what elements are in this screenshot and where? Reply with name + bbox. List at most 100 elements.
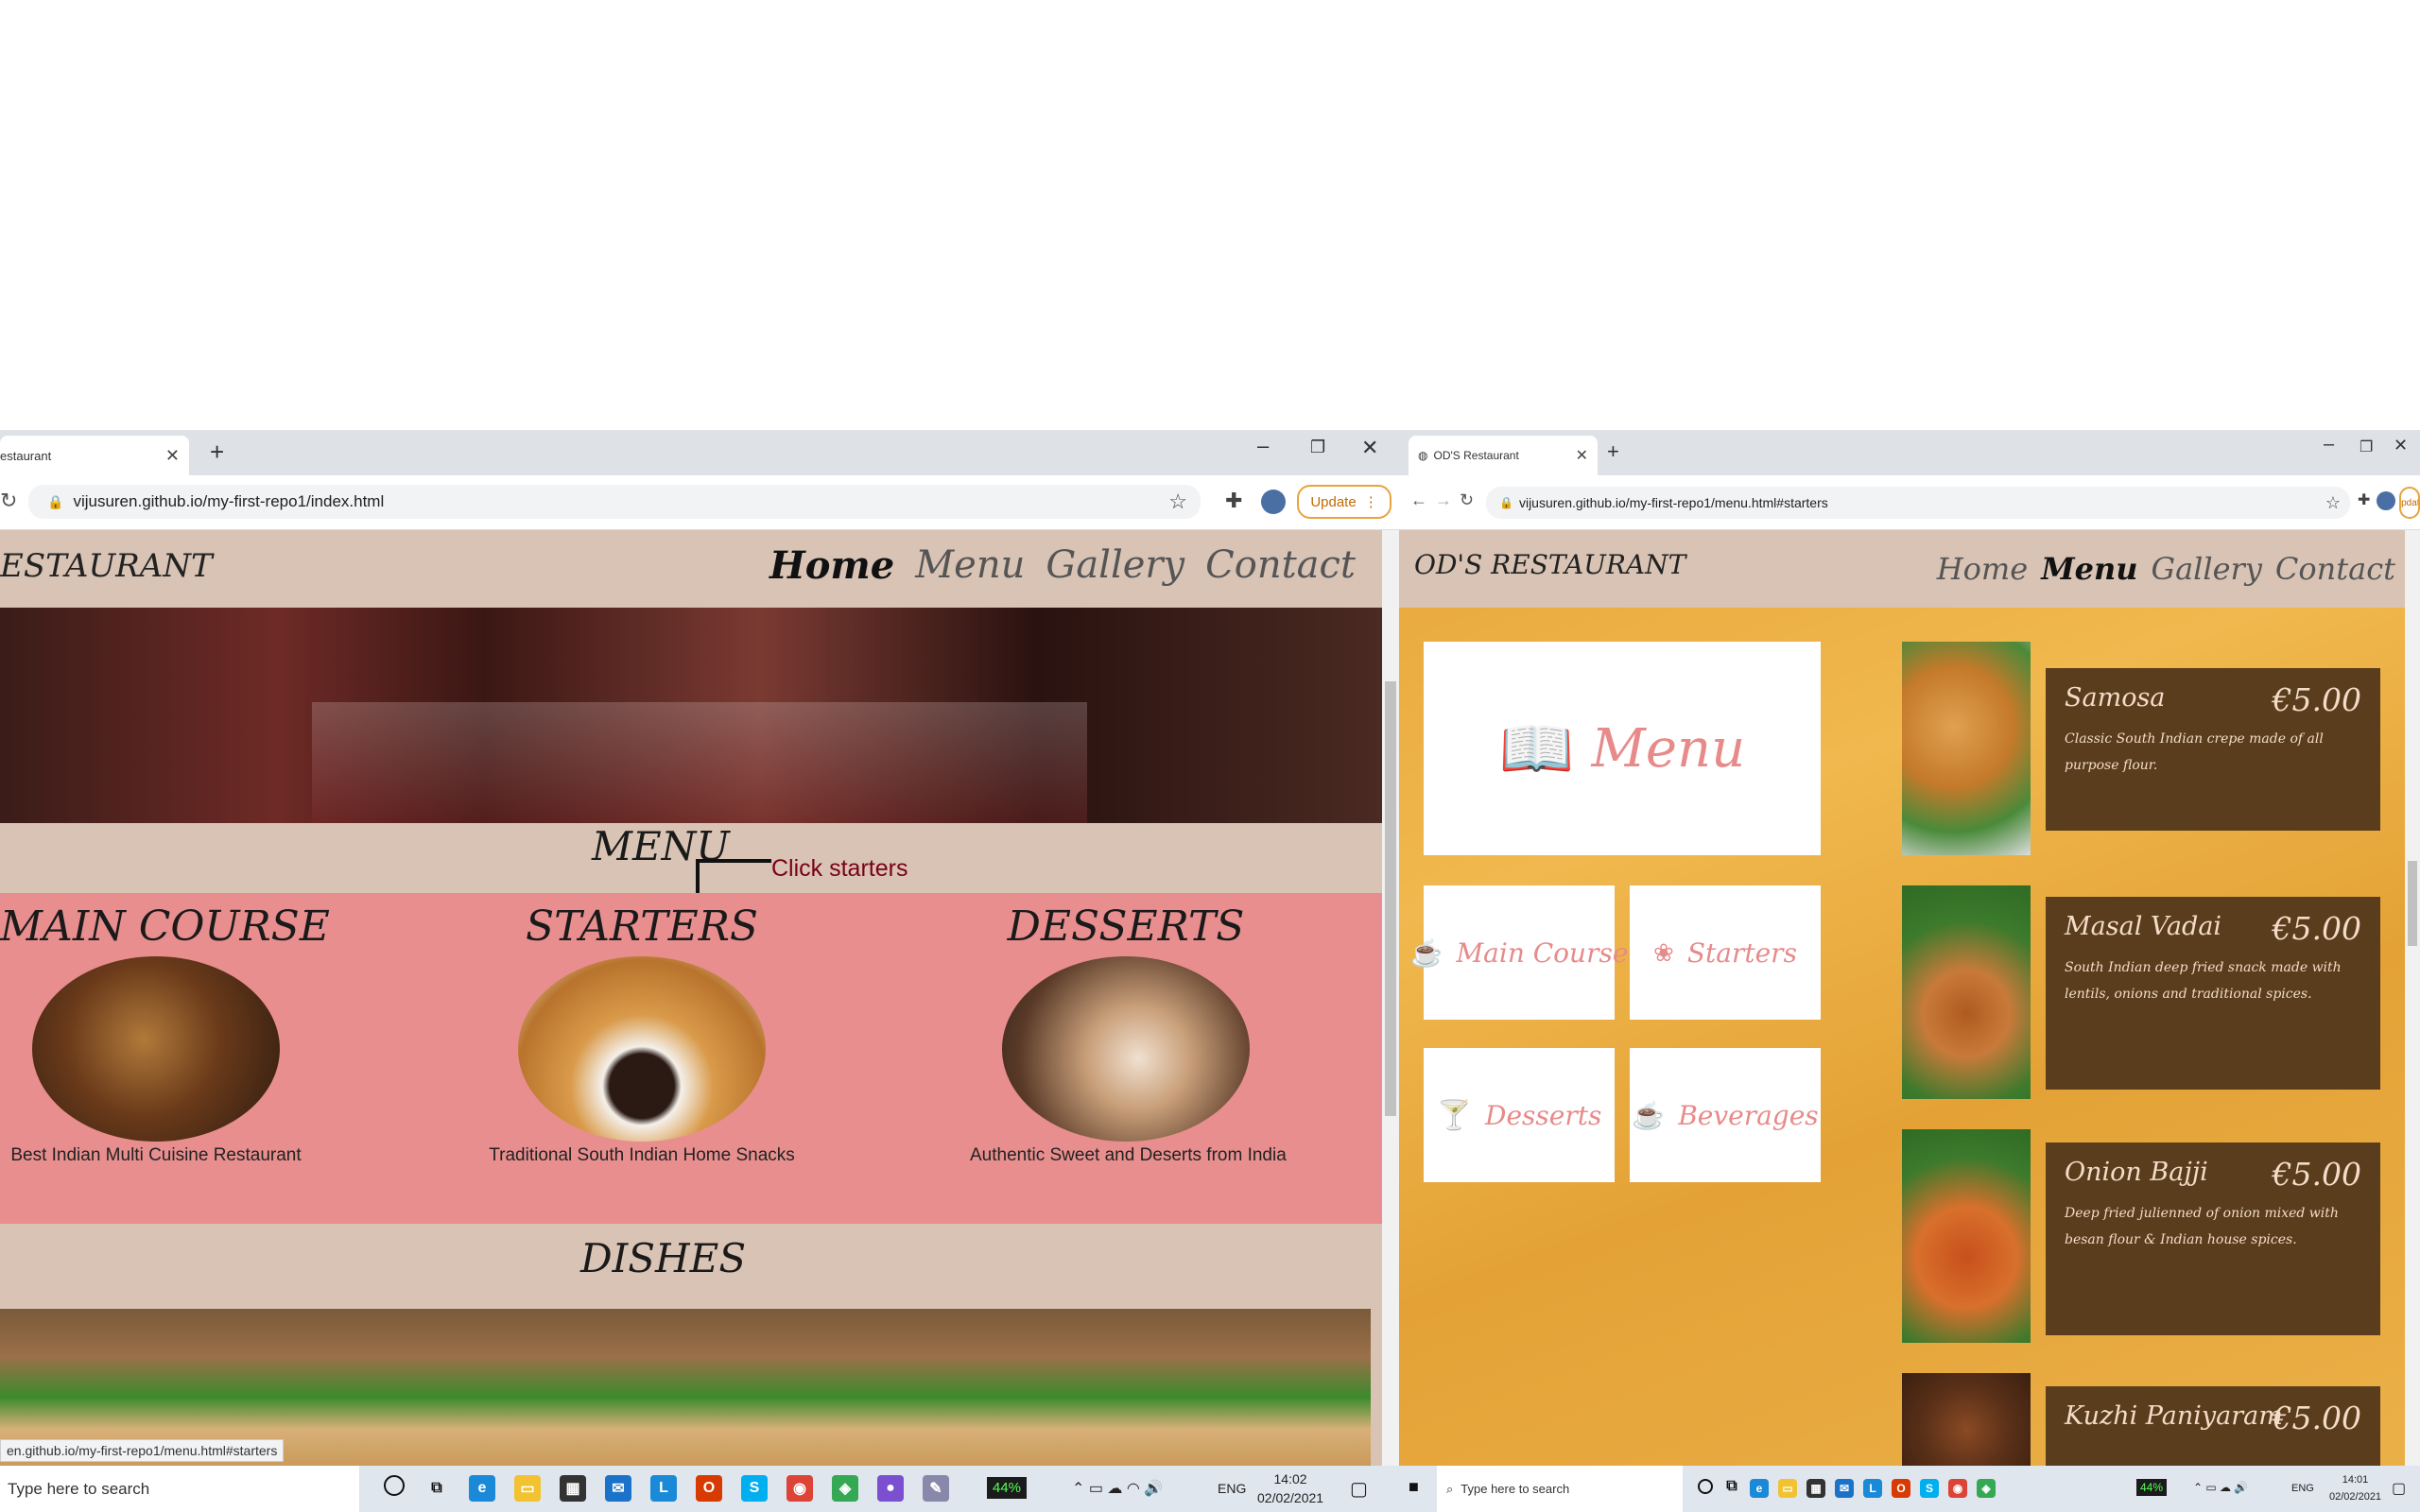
l-app-icon[interactable]: L [1863, 1479, 1882, 1498]
profile-avatar[interactable] [1261, 490, 1286, 514]
office-icon[interactable]: O [1892, 1479, 1910, 1498]
edge-icon[interactable]: e [1750, 1479, 1769, 1498]
nav-menu[interactable]: Menu [2041, 551, 2137, 587]
dish-card-samosa: Samosa €5.00 Classic South Indian crepe … [2046, 668, 2380, 831]
task-view-icon[interactable]: ⧉ [1724, 1478, 1739, 1494]
profile-avatar[interactable] [2377, 491, 2395, 510]
right-brand[interactable]: OD'S RESTAURANT [1414, 549, 1685, 580]
right-scroll-thumb[interactable] [2408, 861, 2417, 946]
right-scrollbar[interactable] [2405, 530, 2420, 1466]
category-main-course[interactable]: MAIN COURSE Best Indian Multi Cuisine Re… [0, 902, 330, 1166]
cortana-icon[interactable] [1698, 1479, 1713, 1494]
bookmark-star-icon[interactable]: ☆ [2325, 493, 2341, 513]
file-explorer-icon[interactable]: ▭ [514, 1475, 541, 1502]
extensions-icon[interactable]: ✚ [2358, 490, 2370, 509]
clock[interactable]: 14:01 02/02/2021 [2329, 1471, 2381, 1505]
right-tab-title: OD'S Restaurant [1433, 449, 1519, 462]
category-caption: Authentic Sweet and Deserts from India [970, 1145, 1287, 1165]
language-indicator[interactable]: ENG [1218, 1481, 1246, 1496]
skype-icon[interactable]: S [741, 1475, 768, 1502]
close-window-icon[interactable]: ✕ [1361, 436, 1378, 460]
cortana-icon[interactable] [384, 1475, 405, 1496]
restore-icon[interactable]: ❐ [2360, 438, 2373, 456]
chrome-icon[interactable]: ◉ [1948, 1479, 1967, 1498]
left-site-nav: ESTAURANT Home Menu Gallery Contact [0, 530, 1382, 608]
store-icon[interactable]: ▦ [1806, 1479, 1825, 1498]
notification-icon[interactable]: ▢ [2392, 1479, 2406, 1498]
main-course-image[interactable] [32, 956, 280, 1142]
dish-photo-samosa [1902, 642, 2031, 855]
nav-home[interactable]: Home [1937, 551, 2028, 587]
left-update-button[interactable]: Update ⋮ [1297, 485, 1392, 519]
category-starters[interactable]: STARTERS Traditional South Indian Home S… [486, 902, 798, 1166]
nav-gallery[interactable]: Gallery [2152, 551, 2262, 587]
left-brand[interactable]: ESTAURANT [0, 547, 213, 585]
nav-contact[interactable]: Contact [2275, 551, 2395, 587]
file-explorer-icon[interactable]: ▭ [1778, 1479, 1797, 1498]
new-tab-icon[interactable]: + [1607, 439, 1619, 464]
card-beverages[interactable]: ☕ Beverages [1630, 1048, 1821, 1182]
task-view-icon[interactable]: ⧉ [424, 1475, 450, 1502]
category-caption: Traditional South Indian Home Snacks [489, 1145, 795, 1165]
forward-icon[interactable]: → [1435, 490, 1452, 510]
mail-icon[interactable]: ✉ [1835, 1479, 1854, 1498]
nav-gallery[interactable]: Gallery [1046, 543, 1184, 588]
restore-icon[interactable]: ❐ [1310, 438, 1325, 457]
card-desserts[interactable]: 🍸 Desserts [1424, 1048, 1615, 1182]
battery-indicator[interactable]: 44% [987, 1477, 1028, 1499]
edge-icon[interactable]: e [469, 1475, 495, 1502]
book-icon: 📖 [1498, 713, 1575, 782]
back-icon[interactable]: ← [1410, 490, 1427, 510]
category-desserts[interactable]: DESSERTS Authentic Sweet and Deserts fro… [970, 902, 1287, 1166]
nav-home[interactable]: Home [769, 543, 894, 588]
mail-icon[interactable]: ✉ [605, 1475, 631, 1502]
categories-section: MAIN COURSE Best Indian Multi Cuisine Re… [0, 893, 1382, 1224]
reload-icon[interactable]: ↻ [1460, 490, 1474, 510]
taskbar-search-box[interactable]: Type here to search [0, 1466, 359, 1512]
office-icon[interactable]: O [696, 1475, 722, 1502]
starters-image[interactable] [518, 956, 766, 1142]
right-omnibox[interactable]: 🔒 vijusuren.github.io/my-first-repo1/men… [1486, 487, 2350, 519]
right-update-button[interactable]: Update [2399, 487, 2420, 519]
paint-icon[interactable]: ✎ [923, 1475, 949, 1502]
nav-menu[interactable]: Menu [915, 543, 1025, 588]
tab-close-icon[interactable]: ✕ [165, 446, 180, 466]
minimize-icon[interactable]: – [2324, 434, 2334, 455]
l-app-icon[interactable]: L [650, 1475, 677, 1502]
notification-icon[interactable]: ▢ [1350, 1477, 1368, 1501]
tab-close-icon[interactable]: ✕ [1576, 446, 1588, 465]
bookmark-star-icon[interactable]: ☆ [1168, 490, 1187, 514]
app-icon-drop[interactable]: ● [877, 1475, 904, 1502]
left-omnibox[interactable]: 🔒 vijusuren.github.io/my-first-repo1/ind… [28, 485, 1201, 519]
card-label: Beverages [1678, 1099, 1819, 1131]
right-active-tab[interactable]: ◍ OD'S Restaurant ✕ [1409, 436, 1598, 475]
new-tab-icon[interactable]: + [210, 438, 224, 467]
category-title: DESSERTS [1007, 902, 1245, 951]
close-window-icon[interactable]: ✕ [2394, 436, 2408, 455]
callout-line-h [696, 859, 771, 863]
battery-indicator[interactable]: 44% [2136, 1479, 2168, 1496]
app-icon-green[interactable]: ◈ [832, 1475, 858, 1502]
desserts-image[interactable] [1002, 956, 1250, 1142]
clock[interactable]: 14:02 02/02/2021 [1257, 1469, 1323, 1507]
card-main-course[interactable]: ☕ Main Course [1410, 885, 1628, 1020]
card-starters[interactable]: ❀ Starters [1630, 885, 1821, 1020]
language-indicator[interactable]: ENG [2291, 1483, 2314, 1494]
dish-photo-onion-bajji [1902, 1129, 2031, 1343]
left-active-tab[interactable]: estaurant ✕ [0, 436, 189, 475]
extensions-icon[interactable]: ✚ [1225, 489, 1242, 513]
store-icon[interactable]: ▦ [560, 1475, 586, 1502]
left-scrollbar[interactable] [1382, 530, 1399, 1466]
dishes-heading: DISHES [580, 1235, 747, 1281]
nav-contact[interactable]: Contact [1205, 543, 1356, 588]
taskbar-search-box[interactable]: ⌕ Type here to search [1437, 1466, 1683, 1512]
tray-icons[interactable]: ⌃ ▭ ☁ 🔊 [2193, 1481, 2248, 1494]
reload-icon[interactable]: ↻ [0, 489, 17, 513]
left-scroll-thumb[interactable] [1385, 681, 1396, 1116]
minimize-icon[interactable]: – [1257, 434, 1269, 458]
start-icon[interactable]: ■ [1409, 1477, 1419, 1497]
tray-icons[interactable]: ⌃ ▭ ☁ ◠ 🔊 [1072, 1479, 1163, 1498]
skype-icon[interactable]: S [1920, 1479, 1939, 1498]
app-icon-green[interactable]: ◈ [1977, 1479, 1996, 1498]
chrome-icon[interactable]: ◉ [786, 1475, 813, 1502]
